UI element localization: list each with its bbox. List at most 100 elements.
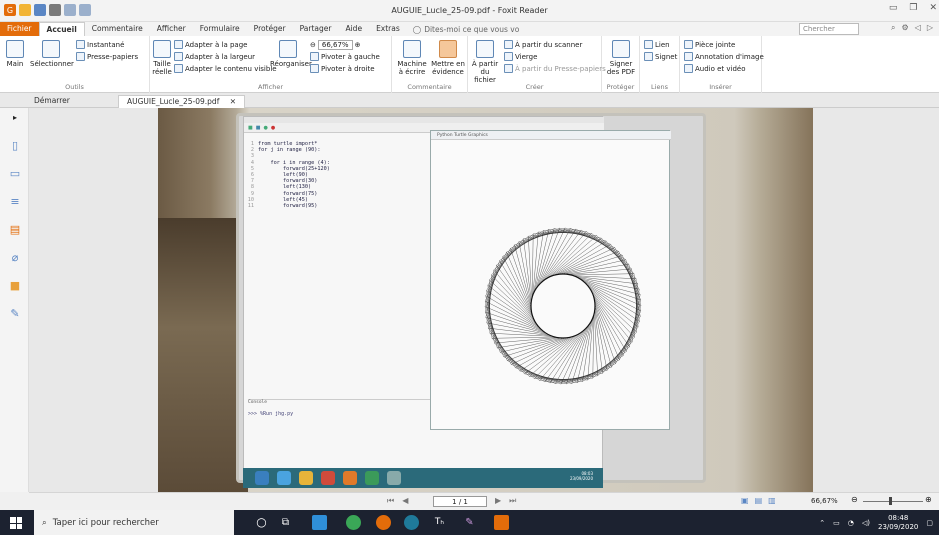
view-mode-buttons: ▣ ▤ ▥ bbox=[741, 496, 776, 505]
file-explorer-icon[interactable] bbox=[312, 515, 327, 530]
window-title: AUGUIE_Lucle_25-09.pdf - Foxit Reader bbox=[391, 6, 548, 15]
tab-view[interactable]: Afficher bbox=[150, 22, 193, 36]
tab-document[interactable]: AUGUIE_Lucle_25-09.pdf ✕ bbox=[118, 95, 246, 108]
from-clipboard-button[interactable]: À partir du Presse-papiers bbox=[504, 64, 606, 73]
link-button[interactable]: Lien bbox=[644, 40, 670, 49]
zoom-in-icon: ⊕ bbox=[354, 41, 361, 49]
foxit-taskbar-icon[interactable] bbox=[494, 515, 509, 530]
volume-icon[interactable]: ◁) bbox=[862, 519, 870, 527]
continuous-icon[interactable]: ▤ bbox=[755, 496, 763, 505]
hand-tool-button[interactable]: Main bbox=[4, 40, 26, 68]
left-panel: ▸ ▯ ▭ ≡ ▤ ⌀ ■ ✎ bbox=[0, 108, 29, 492]
tab-file[interactable]: Fichier bbox=[0, 22, 39, 36]
minimize-icon[interactable]: ▭ bbox=[889, 3, 898, 13]
group-inserer: Pièce jointe Annotation d'image Audio et… bbox=[680, 36, 764, 93]
prev-page-icon[interactable]: ◀ bbox=[402, 496, 408, 506]
tab-form[interactable]: Formulaire bbox=[193, 22, 247, 36]
tab-extras[interactable]: Extras bbox=[369, 22, 407, 36]
signature-icon[interactable]: ✎ bbox=[9, 308, 21, 320]
last-page-icon[interactable]: ⏭ bbox=[509, 496, 516, 506]
tab-comment[interactable]: Commentaire bbox=[85, 22, 150, 36]
from-scanner-button[interactable]: À partir du scanner bbox=[504, 40, 582, 49]
rotate-right-button[interactable]: Pivoter à droite bbox=[310, 64, 375, 73]
restore-icon[interactable]: ❐ bbox=[909, 3, 917, 13]
group-outils: Main Sélectionner Instantané Presse-papi… bbox=[0, 36, 150, 93]
zoom-out-icon: ⊖ bbox=[851, 495, 858, 504]
firefox-icon[interactable] bbox=[376, 515, 391, 530]
real-size-button[interactable]: Taille réelle bbox=[152, 40, 172, 76]
attachment-icon[interactable]: ⌀ bbox=[9, 252, 21, 264]
expand-panel-icon[interactable]: ▸ bbox=[9, 112, 21, 124]
single-page-icon[interactable]: ▣ bbox=[741, 496, 749, 505]
search-input[interactable]: Chercher bbox=[799, 23, 859, 35]
forward-icon[interactable]: ▷ bbox=[927, 23, 933, 33]
layers-icon[interactable]: ≡ bbox=[9, 196, 21, 208]
first-page-icon[interactable]: ⏮ bbox=[387, 496, 394, 506]
from-file-button[interactable]: À partir du fichier bbox=[470, 40, 500, 84]
turtle-spirograph bbox=[484, 227, 642, 385]
snapshot-button[interactable]: Instantané bbox=[76, 40, 124, 49]
turtle-window-title: Python Turtle Graphics bbox=[431, 131, 671, 140]
attachment-button[interactable]: Pièce jointe bbox=[684, 40, 735, 49]
page-nav-buttons: ⏮ ◀ bbox=[387, 496, 408, 506]
close-icon[interactable]: ✕ bbox=[929, 3, 937, 13]
zoom-slider[interactable]: ⊖ ⊕ bbox=[851, 495, 935, 506]
photo-clock: 08:03 23/09/2020 bbox=[569, 471, 593, 481]
page-number-input[interactable]: 1 / 1 bbox=[433, 496, 487, 507]
title-bar: G AUGUIE_Lucle_25-09.pdf - Foxit Reader … bbox=[0, 0, 939, 22]
tab-share[interactable]: Partager bbox=[293, 22, 339, 36]
pages-icon[interactable]: ▯ bbox=[9, 140, 21, 152]
clipboard-button[interactable]: Presse-papiers bbox=[76, 52, 138, 61]
group-afficher: Taille réelle Adapter à la page Adapter … bbox=[150, 36, 392, 93]
zoom-slider-thumb bbox=[889, 497, 892, 505]
zoom-level: 66,67% bbox=[811, 497, 838, 505]
clock[interactable]: 08:48 23/09/2020 bbox=[878, 514, 918, 532]
wifi-icon[interactable]: ◔ bbox=[848, 519, 854, 527]
next-page-icon[interactable]: ▶ bbox=[495, 496, 501, 506]
blank-button[interactable]: Vierge bbox=[504, 52, 537, 61]
pdf-page-photo: ■ ■ ● ● 1 2 3 4 5 6 7 8 9 10 11 from turtle import* f… bbox=[158, 108, 813, 492]
page-nav-buttons-right: ▶ ⏭ bbox=[495, 496, 516, 506]
fit-visible-button[interactable]: Adapter le contenu visible bbox=[174, 64, 277, 73]
rotate-left-button[interactable]: Pivoter à gauche bbox=[310, 52, 380, 61]
search-icon[interactable]: ⌕ bbox=[891, 23, 895, 33]
tell-me-box[interactable]: ◯ Dites-moi ce que vous vo bbox=[407, 25, 520, 34]
image-annotation-button[interactable]: Annotation d'image bbox=[684, 52, 764, 61]
taskbar-search[interactable]: ⌕ Taper ici pour rechercher bbox=[34, 510, 234, 535]
bookmark-button[interactable]: Signet bbox=[644, 52, 677, 61]
back-icon[interactable]: ◁ bbox=[915, 23, 921, 33]
battery-icon[interactable]: ▭ bbox=[833, 519, 840, 527]
chrome-icon[interactable] bbox=[346, 515, 361, 530]
zoom-select[interactable]: ⊖ 66,67% ⊕ bbox=[310, 40, 360, 50]
ribbon: Main Sélectionner Instantané Presse-papi… bbox=[0, 36, 939, 93]
pen-icon[interactable]: ✎ bbox=[462, 515, 477, 530]
cortana-icon[interactable]: ○ bbox=[254, 515, 269, 530]
highlight-button[interactable]: Mettre en évidence bbox=[430, 40, 466, 76]
typewriter-button[interactable]: Machine à écrire bbox=[396, 40, 428, 76]
thonny-icon[interactable]: Tₕ bbox=[432, 515, 447, 530]
task-view-icon[interactable]: ⧉ bbox=[278, 515, 293, 530]
tab-protect[interactable]: Protéger bbox=[247, 22, 293, 36]
lock-icon[interactable]: ■ bbox=[9, 280, 21, 292]
gear-icon[interactable]: ⚙ bbox=[902, 23, 909, 33]
bookmarks-icon[interactable]: ▭ bbox=[9, 168, 21, 180]
app-icon[interactable] bbox=[404, 515, 419, 530]
notification-icon[interactable]: ▢ bbox=[926, 519, 933, 527]
bookshelf-image bbox=[158, 218, 248, 492]
reorganize-button[interactable]: Réorganiser bbox=[270, 40, 312, 68]
chevron-up-icon[interactable]: ⌃ bbox=[819, 519, 825, 527]
search-icon: ⌕ bbox=[42, 517, 47, 528]
group-commentaire: Machine à écrire Mettre en évidence Comm… bbox=[392, 36, 468, 93]
comments-icon[interactable]: ▤ bbox=[9, 224, 21, 236]
tab-start[interactable]: Démarrer bbox=[26, 95, 78, 108]
facing-icon[interactable]: ▥ bbox=[768, 496, 776, 505]
sign-pdf-button[interactable]: Signer des PDF bbox=[604, 40, 638, 76]
windows-start-icon[interactable] bbox=[10, 517, 22, 529]
tab-home[interactable]: Accueil bbox=[38, 22, 85, 36]
audio-video-button[interactable]: Audio et vidéo bbox=[684, 64, 746, 73]
tab-help[interactable]: Aide bbox=[338, 22, 369, 36]
select-tool-button[interactable]: Sélectionner bbox=[30, 40, 74, 68]
close-tab-icon[interactable]: ✕ bbox=[230, 97, 236, 106]
fit-page-button[interactable]: Adapter à la page bbox=[174, 40, 247, 49]
fit-width-button[interactable]: Adapter à la largeur bbox=[174, 52, 255, 61]
